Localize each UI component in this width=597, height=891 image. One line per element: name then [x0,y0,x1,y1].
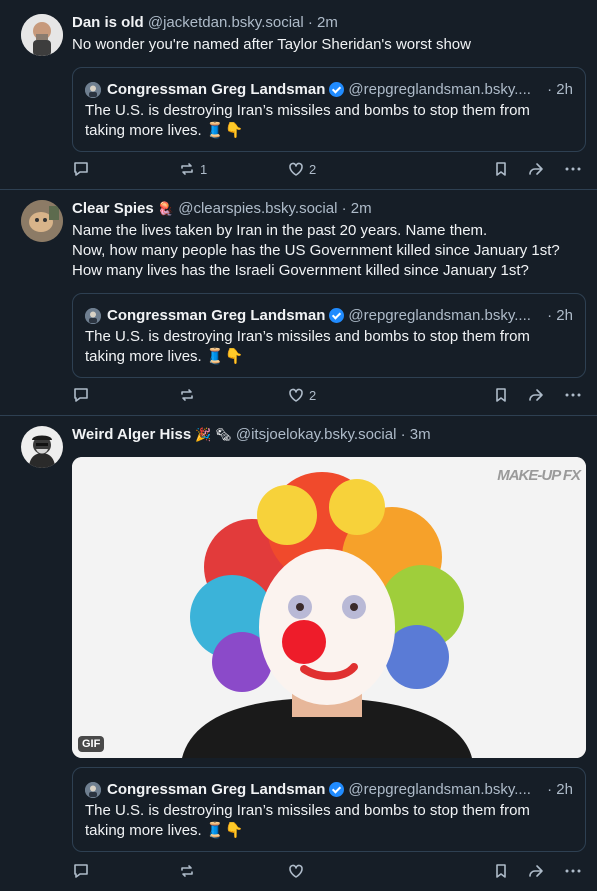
reply-button[interactable] [72,160,90,178]
reply-icon [74,864,88,878]
clown-image [72,457,586,758]
heart-icon [289,162,303,176]
share-icon [529,389,543,401]
quote-author-name: Congressman Greg Landsman [107,81,326,98]
like-count: 2 [309,387,317,403]
repost-count: 1 [200,161,208,177]
ellipsis-icon [565,393,581,397]
share-button[interactable] [527,386,545,404]
quote-avatar [85,781,101,798]
heart-icon [289,864,303,878]
quote-handle: @repgreglandsman.bsky.... [348,781,531,798]
quote-text-line: The U.S. is destroying Iran’s missiles a… [85,802,530,819]
bookmark-icon [496,388,506,402]
bookmark-button[interactable] [492,386,510,404]
gif-embed[interactable]: MAKE-UP FX GIF [72,457,586,758]
author-handle[interactable]: @clearspies.bsky.social [178,200,337,217]
like-button[interactable]: 2 [287,386,316,404]
verified-badge-icon [329,308,345,323]
verified-badge-icon [329,782,345,797]
like-button[interactable]: 2 [287,160,316,178]
heart-icon [289,388,303,402]
bookmark-icon [496,864,506,878]
post-time[interactable]: · 3m [401,426,431,443]
more-options-button[interactable] [564,160,582,178]
quote-post[interactable]: Congressman Greg Landsman @repgreglandsm… [72,293,586,378]
share-icon [529,865,543,877]
share-icon [529,163,543,175]
post-2[interactable]: Clear Spies 🪼 @clearspies.bsky.social · … [0,190,597,416]
quote-text-line: taking more lives. 🧵👇 [85,122,244,139]
quote-author-name: Congressman Greg Landsman [107,307,326,324]
quote-text-line: taking more lives. 🧵👇 [85,822,244,839]
like-button[interactable] [287,862,309,880]
share-button[interactable] [527,160,545,178]
quote-time: · 2h [541,781,573,798]
more-options-button[interactable] [564,386,582,404]
author-handle[interactable]: @itsjoelokay.bsky.social [236,426,397,443]
post-time[interactable]: · 2m [342,200,372,217]
gif-badge: GIF [78,736,105,752]
repost-button[interactable] [178,386,200,404]
repost-icon [181,389,193,401]
author-name[interactable]: Clear Spies [72,200,154,217]
quote-avatar [85,81,101,98]
author-name[interactable]: Dan is old [72,14,144,31]
quote-post[interactable]: Congressman Greg Landsman @repgreglandsm… [72,767,586,852]
reply-icon [74,388,88,402]
author-name-emoji: 🎉 🗞 [195,427,232,442]
quote-time: · 2h [541,81,573,98]
quote-handle: @repgreglandsman.bsky.... [348,81,531,98]
quote-time: · 2h [541,307,573,324]
quote-text-line: taking more lives. 🧵👇 [85,348,244,365]
author-name-emoji: 🪼 [157,201,175,216]
bookmark-button[interactable] [492,160,510,178]
author-name[interactable]: Weird Alger Hiss [72,426,191,443]
reply-button[interactable] [72,386,90,404]
like-count: 2 [309,161,317,177]
avatar[interactable] [21,426,63,468]
post-text-line: No wonder you're named after Taylor Sher… [72,36,471,53]
post-1[interactable]: Dan is old @jacketdan.bsky.social · 2m N… [0,0,597,190]
more-options-button[interactable] [564,862,582,880]
quote-handle: @repgreglandsman.bsky.... [348,307,531,324]
bookmark-button[interactable] [492,862,510,880]
post-time[interactable]: · 2m [308,14,338,31]
reply-icon [74,162,88,176]
reply-button[interactable] [72,862,90,880]
verified-badge-icon [329,82,345,97]
quote-post[interactable]: Congressman Greg Landsman @repgreglandsm… [72,67,586,152]
quote-avatar [85,307,101,324]
quote-text-line: The U.S. is destroying Iran’s missiles a… [85,328,530,345]
ellipsis-icon [565,869,581,873]
avatar[interactable] [21,14,63,56]
repost-icon [181,865,193,877]
post-text-line: Now, how many people has the US Governme… [72,242,560,259]
author-handle[interactable]: @jacketdan.bsky.social [148,14,304,31]
repost-icon [181,163,193,175]
post-text-line: Name the lives taken by Iran in the past… [72,222,488,239]
bookmark-icon [496,162,506,176]
repost-button[interactable]: 1 [178,160,207,178]
ellipsis-icon [565,167,581,171]
quote-text-line: The U.S. is destroying Iran’s missiles a… [85,102,530,119]
quote-author-name: Congressman Greg Landsman [107,781,326,798]
avatar[interactable] [21,200,63,242]
gif-watermark: MAKE-UP FX [497,467,581,484]
repost-button[interactable] [178,862,200,880]
post-text-line: How many lives has the Israeli Governmen… [72,262,529,279]
share-button[interactable] [527,862,545,880]
